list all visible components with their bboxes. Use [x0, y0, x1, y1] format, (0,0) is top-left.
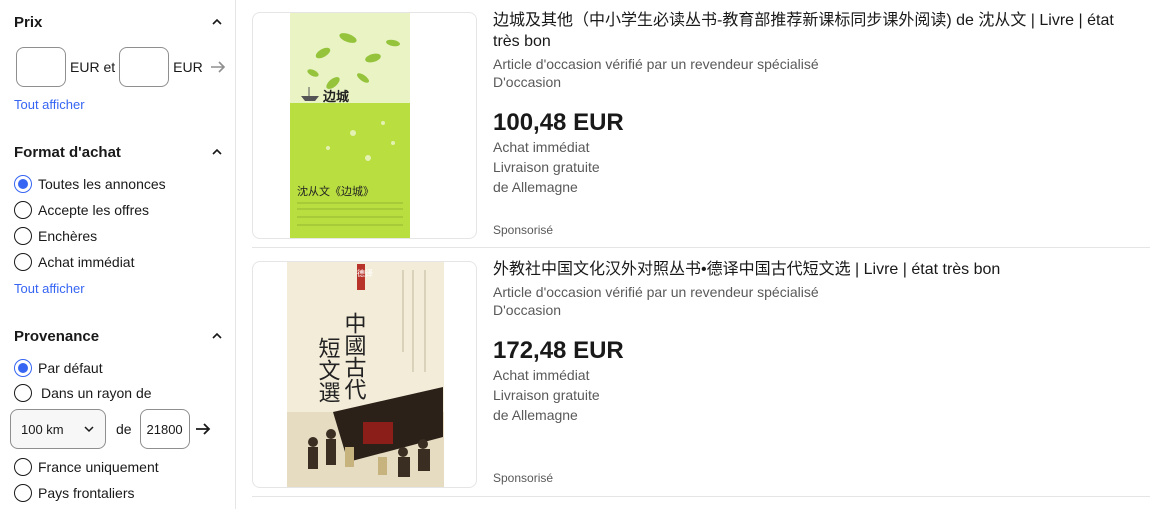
zip-code-input[interactable]: 21800 — [139, 409, 190, 449]
price-show-all-link[interactable]: Tout afficher — [14, 97, 85, 112]
listing-image[interactable]: 边城 沈从文《边城》 — [252, 12, 477, 239]
cover-title: 边城 — [322, 89, 349, 105]
price-filter-title: Prix — [14, 13, 43, 31]
listing-card: 边城 沈从文《边城》 边城及其他（中小学生必读丛书-教育部推荐新课标同步课外阅读… — [252, 0, 1150, 248]
book-cover-image: 德译 中國古代 短文選 — [287, 262, 444, 487]
price-filter-header[interactable]: Prix — [14, 12, 224, 32]
cover-title-line-1: 中國古代 — [341, 312, 367, 400]
format-option-buy-now[interactable]: Achat immédiat — [14, 252, 134, 272]
listing-condition: D'occasion — [493, 302, 562, 318]
format-show-all-link[interactable]: Tout afficher — [14, 281, 85, 296]
price-min-currency: EUR et — [70, 59, 116, 75]
arrow-right-icon[interactable] — [194, 420, 212, 438]
listing-card: 德译 中國古代 短文選 外教社中国文化汉外对照丛书•德译中国古代短文选 | Li… — [252, 249, 1150, 497]
listing-image[interactable]: 德译 中國古代 短文選 — [252, 261, 477, 488]
distance-value: 100 km — [21, 421, 64, 437]
price-min-input[interactable] — [16, 47, 66, 87]
price-max-currency: EUR — [173, 59, 203, 75]
location-option-label: Dans un rayon de — [41, 385, 152, 401]
listing-subtitle: Article d'occasion vérifié par un revend… — [493, 56, 819, 72]
format-filter-title: Format d'achat — [14, 143, 121, 161]
cover-tag: 德译 — [357, 268, 373, 278]
distance-from-label: de — [116, 421, 132, 437]
cover-author: 沈从文《边城》 — [297, 184, 374, 198]
listing-info: 外教社中国文化汉外对照丛书•德译中国古代短文选 | Livre | état t… — [493, 259, 1143, 425]
listing-info: 边城及其他（中小学生必读丛书-教育部推荐新课标同步课外阅读) de 沈从文 | … — [493, 10, 1143, 197]
price-range: EUR et EUR — [16, 47, 227, 87]
format-option-auction[interactable]: Enchères — [14, 226, 97, 246]
radio-unselected[interactable] — [14, 384, 32, 402]
chevron-up-icon[interactable] — [210, 329, 224, 343]
location-option-radius[interactable]: Dans un rayon de — [14, 383, 152, 403]
location-option-label: Par défaut — [38, 360, 103, 376]
location-option-default[interactable]: Par défaut — [14, 358, 103, 378]
radio-unselected[interactable] — [14, 201, 32, 219]
listing-price: 172,48 EUR — [493, 337, 624, 364]
listing-price: 100,48 EUR — [493, 109, 624, 136]
listing-shipping: Livraison gratuite — [493, 159, 600, 175]
location-filter-title: Provenance — [14, 327, 100, 345]
listing-subtitle: Article d'occasion vérifié par un revend… — [493, 284, 819, 300]
listing-buy-format: Achat immédiat — [493, 367, 590, 383]
chevron-up-icon[interactable] — [210, 145, 224, 159]
listing-title-link[interactable]: 边城及其他（中小学生必读丛书-教育部推荐新课标同步课外阅读) de 沈从文 | … — [493, 10, 1143, 52]
format-option-label: Achat immédiat — [38, 254, 135, 270]
listing-shipping: Livraison gratuite — [493, 387, 600, 403]
distance-select[interactable]: 100 km — [10, 409, 106, 449]
distance-row: 100 km de 21800 — [10, 409, 212, 449]
format-option-label: Enchères — [38, 228, 98, 244]
filter-sidebar: Prix EUR et EUR Tout afficher Format d'a… — [0, 0, 236, 509]
listing-condition: D'occasion — [493, 74, 562, 90]
location-filter-header[interactable]: Provenance — [14, 326, 224, 346]
format-option-offers[interactable]: Accepte les offres — [14, 200, 149, 220]
format-filter-header[interactable]: Format d'achat — [14, 142, 224, 162]
price-max-input[interactable] — [119, 47, 170, 87]
radio-selected[interactable] — [14, 175, 32, 193]
location-option-france[interactable]: France uniquement — [14, 457, 159, 477]
format-option-all[interactable]: Toutes les annonces — [14, 174, 166, 194]
listing-origin: de Allemagne — [493, 407, 578, 423]
chevron-down-icon — [84, 426, 94, 433]
sponsored-label: Sponsorisé — [493, 471, 554, 485]
location-option-label: Pays frontaliers — [38, 485, 135, 501]
book-cover-image: 边城 沈从文《边城》 — [290, 13, 410, 238]
radio-unselected[interactable] — [14, 484, 32, 502]
radio-unselected[interactable] — [14, 227, 32, 245]
chevron-up-icon[interactable] — [210, 15, 224, 29]
arrow-right-icon[interactable] — [209, 58, 227, 76]
format-option-label: Accepte les offres — [38, 202, 150, 218]
sponsored-label: Sponsorisé — [493, 223, 554, 237]
listing-title-link[interactable]: 外教社中国文化汉外对照丛书•德译中国古代短文选 | Livre | état t… — [493, 259, 1143, 280]
location-option-neighbors[interactable]: Pays frontaliers — [14, 483, 134, 503]
cover-title-line-2: 短文選 — [315, 337, 341, 403]
radio-selected[interactable] — [14, 359, 32, 377]
listing-buy-format: Achat immédiat — [493, 139, 590, 155]
location-option-label: France uniquement — [38, 459, 159, 475]
format-option-label: Toutes les annonces — [38, 176, 166, 192]
radio-unselected[interactable] — [14, 458, 32, 476]
listing-origin: de Allemagne — [493, 179, 578, 195]
radio-unselected[interactable] — [14, 253, 32, 271]
